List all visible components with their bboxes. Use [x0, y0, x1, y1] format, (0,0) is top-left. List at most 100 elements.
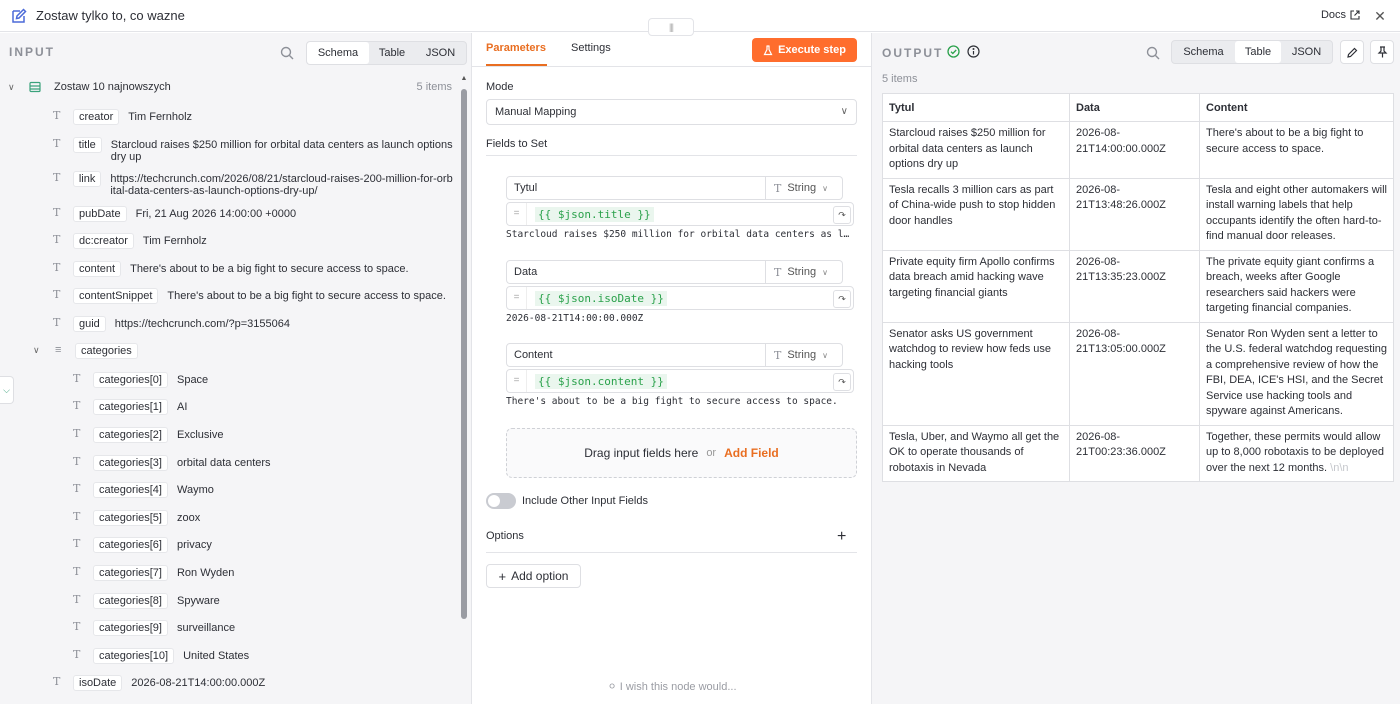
schema-field[interactable]: Tcategories[10] United States	[73, 648, 249, 664]
field-drop-zone[interactable]: Drag input fields here or Add Field	[506, 428, 857, 478]
field-key[interactable]: pubDate	[73, 206, 127, 222]
table-cell[interactable]: 2026-08-21T00:23:36.000Z	[1069, 424, 1200, 482]
field-value-expression[interactable]: = {{ $json.title }} ↷	[506, 202, 854, 226]
table-cell[interactable]: Tesla, Uber, and Waymo all get the OK to…	[882, 424, 1070, 482]
edit-output-button[interactable]	[1340, 40, 1364, 64]
output-tab-json[interactable]: JSON	[1281, 41, 1332, 63]
field-key[interactable]: categories[5]	[93, 510, 168, 526]
field-key[interactable]: categories[6]	[93, 537, 168, 553]
node-connector-icon[interactable]: ⌵	[0, 376, 14, 404]
field-name-input[interactable]: Tytul	[506, 176, 766, 200]
column-header[interactable]: Data	[1069, 93, 1200, 122]
input-tab-schema[interactable]: Schema	[307, 42, 369, 64]
table-cell[interactable]: Private equity firm Apollo confirms data…	[882, 249, 1070, 323]
table-cell[interactable]: There's about to be a big fight to secur…	[1199, 121, 1394, 179]
field-key[interactable]: link	[72, 171, 102, 187]
table-cell[interactable]: Senator asks US government watchdog to r…	[882, 321, 1070, 426]
table-cell[interactable]: The private equity giant confirms a brea…	[1199, 249, 1394, 323]
field-key[interactable]: categories[10]	[93, 648, 175, 664]
schema-field[interactable]: T guid https://techcrunch.com/?p=3155064	[53, 316, 290, 332]
table-cell[interactable]: 2026-08-21T13:35:23.000Z	[1069, 249, 1200, 323]
schema-field[interactable]: Tcategories[0] Space	[73, 372, 208, 388]
chevron-down-icon[interactable]: ∨	[8, 82, 18, 93]
field-key[interactable]: categories	[75, 343, 138, 359]
chevron-down-icon[interactable]: ∨	[33, 343, 45, 357]
edit-icon[interactable]	[10, 7, 28, 25]
schema-field[interactable]: Tcategories[6] privacy	[73, 537, 212, 553]
field-key[interactable]: categories[1]	[93, 399, 168, 415]
field-key[interactable]: dc:creator	[73, 233, 134, 249]
scroll-up-icon[interactable]: ▲	[460, 75, 468, 82]
add-option-button[interactable]: + Add option	[486, 564, 581, 588]
field-key[interactable]: categories[4]	[93, 482, 168, 498]
schema-field[interactable]: T creator Tim Fernholz	[53, 109, 192, 125]
field-key[interactable]: categories[7]	[93, 565, 168, 581]
docs-link[interactable]: Docs	[1321, 9, 1360, 21]
input-scrollbar[interactable]: ▲	[460, 73, 468, 704]
schema-field[interactable]: T pubDate Fri, 21 Aug 2026 14:00:00 +000…	[53, 206, 296, 222]
input-tab-json[interactable]: JSON	[415, 42, 466, 64]
column-header[interactable]: Content	[1199, 93, 1394, 122]
mode-select[interactable]: Manual Mapping ∨	[486, 99, 857, 125]
input-tab-table[interactable]: Table	[369, 42, 415, 64]
field-key[interactable]: categories[3]	[93, 455, 168, 471]
field-key[interactable]: categories[8]	[93, 593, 168, 609]
open-editor-icon[interactable]: ↷	[833, 373, 851, 391]
field-key[interactable]: content	[73, 261, 122, 277]
field-key[interactable]: guid	[73, 316, 106, 332]
output-tab-table[interactable]: Table	[1235, 41, 1281, 63]
include-other-fields-toggle[interactable]	[486, 493, 516, 509]
field-key[interactable]: isoDate	[73, 675, 123, 691]
panel-drag-handle[interactable]: |||	[648, 18, 694, 36]
table-cell[interactable]: 2026-08-21T13:48:26.000Z	[1069, 177, 1200, 251]
schema-field[interactable]: Tcategories[5] zoox	[73, 510, 200, 526]
input-node-row[interactable]: ∨ Zostaw 10 najnowszych 5 items	[8, 78, 458, 96]
schema-field[interactable]: Tcategories[3] orbital data centers	[73, 455, 271, 471]
scroll-thumb[interactable]	[461, 89, 467, 619]
schema-field[interactable]: T isoDate 2026-08-21T14:00:00.000Z	[53, 675, 265, 691]
execute-step-button[interactable]: Execute step	[752, 38, 857, 62]
field-key[interactable]: categories[0]	[93, 372, 168, 388]
schema-field[interactable]: Tcategories[9] surveillance	[73, 620, 235, 636]
table-cell[interactable]: Starcloud raises $250 million for orbita…	[882, 121, 1070, 179]
field-value-expression[interactable]: = {{ $json.content }} ↷	[506, 369, 854, 393]
schema-field[interactable]: T dc:creator Tim Fernholz	[53, 233, 207, 249]
schema-field[interactable]: T link https://techcrunch.com/2026/08/21…	[53, 171, 453, 197]
schema-field[interactable]: T contentSnippet There's about to be a b…	[53, 288, 446, 304]
field-type-select[interactable]: T String ∨	[766, 343, 843, 367]
schema-array-field[interactable]: ∨ ≡ categories	[33, 343, 138, 359]
schema-field[interactable]: Tcategories[4] Waymo	[73, 482, 214, 498]
table-cell[interactable]: Tesla recalls 3 million cars as part of …	[882, 177, 1070, 251]
field-value-expression[interactable]: = {{ $json.isoDate }} ↷	[506, 286, 854, 310]
field-key[interactable]: categories[9]	[93, 620, 168, 636]
tab-settings[interactable]: Settings	[571, 42, 611, 54]
open-editor-icon[interactable]: ↷	[833, 290, 851, 308]
schema-field[interactable]: Tcategories[8] Spyware	[73, 593, 220, 609]
close-button[interactable]: ✕	[1370, 6, 1390, 26]
table-cell[interactable]: 2026-08-21T14:00:00.000Z	[1069, 121, 1200, 179]
field-name-input[interactable]: Content	[506, 343, 766, 367]
field-name-input[interactable]: Data	[506, 260, 766, 284]
field-type-select[interactable]: T String ∨	[766, 176, 843, 200]
table-cell[interactable]: Senator Ron Wyden sent a letter to the U…	[1199, 321, 1394, 426]
open-editor-icon[interactable]: ↷	[833, 206, 851, 224]
table-cell[interactable]: 2026-08-21T13:05:00.000Z	[1069, 321, 1200, 426]
schema-field[interactable]: Tcategories[1] AI	[73, 399, 187, 415]
plus-icon[interactable]: +	[837, 528, 846, 546]
column-header[interactable]: Tytul	[882, 93, 1070, 122]
node-title[interactable]: Zostaw tylko to, co wazne	[36, 8, 185, 23]
field-key[interactable]: contentSnippet	[73, 288, 159, 304]
feedback-link[interactable]: ⚪ I wish this node would...	[472, 680, 872, 693]
schema-field[interactable]: Tcategories[2] Exclusive	[73, 427, 223, 443]
field-key[interactable]: title	[72, 137, 102, 153]
search-icon[interactable]	[1145, 45, 1161, 61]
table-cell[interactable]: Tesla and eight other automakers will in…	[1199, 177, 1394, 251]
search-icon[interactable]	[279, 45, 295, 61]
output-tab-schema[interactable]: Schema	[1172, 41, 1235, 63]
table-cell[interactable]: Together, these permits would allow up t…	[1199, 424, 1394, 482]
schema-field[interactable]: T title Starcloud raises $250 million fo…	[53, 137, 453, 163]
add-field-button[interactable]: Add Field	[724, 446, 779, 460]
schema-field[interactable]: Tcategories[7] Ron Wyden	[73, 565, 234, 581]
field-key[interactable]: categories[2]	[93, 427, 168, 443]
field-key[interactable]: creator	[73, 109, 120, 125]
